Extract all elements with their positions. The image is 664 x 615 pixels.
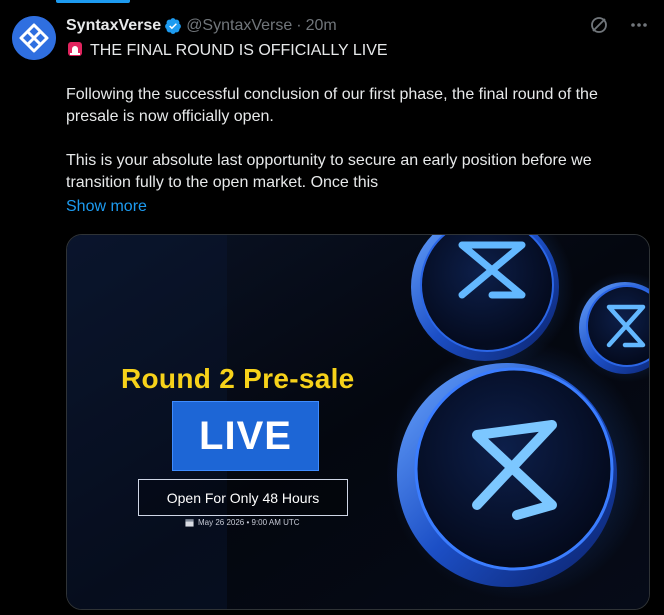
tweet-line-1: THE FINAL ROUND IS OFFICIALLY LIVE bbox=[66, 40, 652, 62]
grok-button[interactable] bbox=[588, 14, 610, 36]
active-tab-indicator bbox=[56, 0, 130, 3]
siren-icon bbox=[68, 42, 82, 56]
calendar-icon bbox=[185, 519, 194, 527]
show-more-link[interactable]: Show more bbox=[66, 196, 652, 218]
tweet-paragraph-3: This is your absolute last opportunity t… bbox=[66, 152, 592, 191]
verified-badge-icon bbox=[165, 18, 182, 34]
duration-text: Open For Only 48 Hours bbox=[166, 489, 320, 506]
date-row: May 26 2026 • 9:00 AM UTC bbox=[185, 518, 300, 527]
tweet-header: SyntaxVerse @SyntaxVerse · 20m bbox=[66, 15, 337, 37]
handle[interactable]: @SyntaxVerse bbox=[186, 17, 292, 35]
grok-icon bbox=[591, 17, 607, 33]
tweet-media[interactable]: Round 2 Pre-sale LIVE Open For Only 48 H… bbox=[66, 234, 650, 610]
syntaxverse-logo-icon bbox=[12, 16, 56, 60]
tweet-text: THE FINAL ROUND IS OFFICIALLY LIVE Follo… bbox=[66, 40, 652, 218]
timestamp[interactable]: 20m bbox=[306, 17, 337, 35]
avatar[interactable] bbox=[12, 16, 56, 60]
promo-background bbox=[67, 235, 649, 609]
display-name[interactable]: SyntaxVerse bbox=[66, 17, 161, 35]
promo-title: Round 2 Pre-sale bbox=[121, 363, 355, 394]
duration-box: Open For Only 48 Hours bbox=[138, 479, 348, 516]
event-date: May 26 2026 • 9:00 AM UTC bbox=[198, 518, 300, 527]
more-icon bbox=[631, 23, 647, 27]
coin-large bbox=[387, 340, 647, 600]
tweet-paragraph-2: Following the successful conclusion of o… bbox=[66, 86, 598, 125]
live-text: LIVE bbox=[199, 413, 292, 458]
tweet-headline: THE FINAL ROUND IS OFFICIALLY LIVE bbox=[90, 42, 388, 59]
more-button[interactable] bbox=[628, 14, 650, 36]
separator-dot: · bbox=[296, 17, 302, 34]
live-badge: LIVE bbox=[172, 401, 319, 471]
tweet-actions bbox=[588, 14, 650, 36]
